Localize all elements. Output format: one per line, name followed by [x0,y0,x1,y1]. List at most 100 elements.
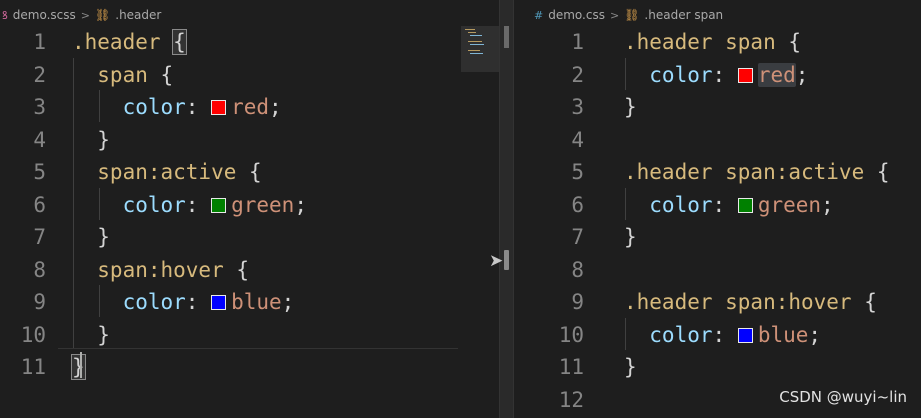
token-sel: .header [72,30,161,54]
token-sel: .header span:hover [624,290,852,314]
line-number: 11 [20,355,46,379]
line-number: 9 [571,290,584,314]
line-number: 11 [558,355,584,379]
token-prop: color [624,192,713,217]
line-number: 9 [33,290,46,314]
line-number: 8 [571,257,584,282]
token-punct: { [864,160,890,184]
token-punct: : [712,192,738,217]
line-text[interactable]: color: red; [72,91,282,124]
breadcrumb-symbol[interactable]: .header span [644,8,723,22]
watermark: CSDN @wuyi~lin [779,388,907,406]
breadcrumb-file[interactable]: demo.scss [13,8,76,22]
current-line-highlight [58,348,458,349]
line-number: 5 [33,160,46,184]
line-text[interactable]: } [624,351,637,384]
token-punct: { [147,62,174,87]
token-punct: } [624,355,637,379]
line-number: 2 [33,62,46,87]
color-swatch[interactable] [737,197,753,213]
token-sel: .header span [624,30,776,54]
line-number: 12 [558,387,584,412]
line-text[interactable]: } [624,221,637,254]
line-text[interactable]: .header { [72,26,187,59]
line-number: 1 [33,30,46,54]
token-sel: .header span:active [624,160,865,184]
token-sel: span:hover [72,257,224,282]
token-punct: : [712,62,738,87]
minimap[interactable] [461,26,499,72]
line-text[interactable]: span { [72,59,173,92]
line-text[interactable]: .header span:hover { [624,286,877,319]
breadcrumb: ꝸ demo.scss > ⛓ .header [2,6,161,24]
symbol-class-icon: ⛓ [95,8,111,22]
token-punct [161,30,174,54]
color-swatch[interactable] [211,197,227,213]
line-text[interactable]: } [72,319,110,352]
token-punct: { [236,160,262,184]
token-prop: color [72,192,186,217]
line-text[interactable]: } [624,91,637,124]
breadcrumb-symbol[interactable]: .header [115,8,161,22]
scss-file-icon: ꝸ [2,8,8,22]
token-punct: : [185,192,212,217]
token-prop: color [624,62,713,87]
line-number: 2 [571,62,584,87]
line-text[interactable]: .header span:active { [624,156,890,189]
token-punct: : [185,95,212,119]
line-number: 5 [571,160,584,184]
color-swatch[interactable] [737,67,753,83]
line-number: 6 [33,192,46,217]
mouse-pointer-icon: ➤ [489,251,504,271]
line-number: 4 [33,127,46,152]
token-punct: ; [808,322,822,347]
line-number: 1 [571,30,584,54]
color-swatch[interactable] [211,100,227,115]
token-val: red [757,62,796,87]
chevron-right-icon: > [609,8,620,22]
css-file-icon: # [534,8,544,22]
line-text[interactable]: color: red; [624,59,808,92]
right-editor-pane[interactable]: # demo.css > ⛓ .header span 1 .header spa… [514,0,921,418]
line-text[interactable]: } [71,351,86,384]
color-swatch[interactable] [737,327,753,343]
line-text[interactable]: span:hover { [72,254,249,287]
line-text[interactable]: color: blue; [624,319,821,352]
left-editor-pane[interactable]: ꝸ demo.scss > ⛓ .header 1 .header {2 span… [0,0,499,418]
symbol-class-icon: ⛓ [624,8,640,22]
token-prop: color [72,95,186,119]
line-text[interactable]: color: green; [72,189,307,222]
line-number: 4 [571,127,584,152]
token-punct: ; [294,192,307,217]
line-number: 8 [33,257,46,282]
line-text[interactable]: span:active { [72,156,262,189]
sash-handle[interactable] [504,250,509,270]
token-val: blue [231,290,282,314]
token-val: green [231,192,295,217]
token-val: green [757,192,822,217]
token-val: red [231,95,270,119]
token-prop: color [72,290,186,314]
token-punct: { [775,30,802,54]
breadcrumb-file[interactable]: demo.css [548,8,605,22]
line-number: 3 [571,95,584,119]
token-punct: : [185,290,212,314]
color-swatch[interactable] [211,295,227,310]
line-text[interactable]: } [72,221,110,254]
token-punct: } [624,225,637,249]
line-text[interactable]: color: blue; [72,286,295,319]
token-val: blue [757,322,809,347]
token-punct: ; [795,62,809,87]
split-divider[interactable] [499,0,514,418]
token-sel: span:active [72,160,237,184]
chevron-right-icon: > [80,8,91,22]
line-text[interactable]: color: green; [624,189,833,222]
scrollbar-thumb[interactable] [504,26,509,48]
token-punct: { [172,29,187,55]
line-number: 6 [571,192,584,217]
line-number: 3 [33,95,46,119]
token-punct: ; [269,95,282,119]
line-text[interactable]: } [72,124,110,157]
token-sel: span [72,62,148,87]
line-text[interactable]: .header span { [624,26,801,59]
